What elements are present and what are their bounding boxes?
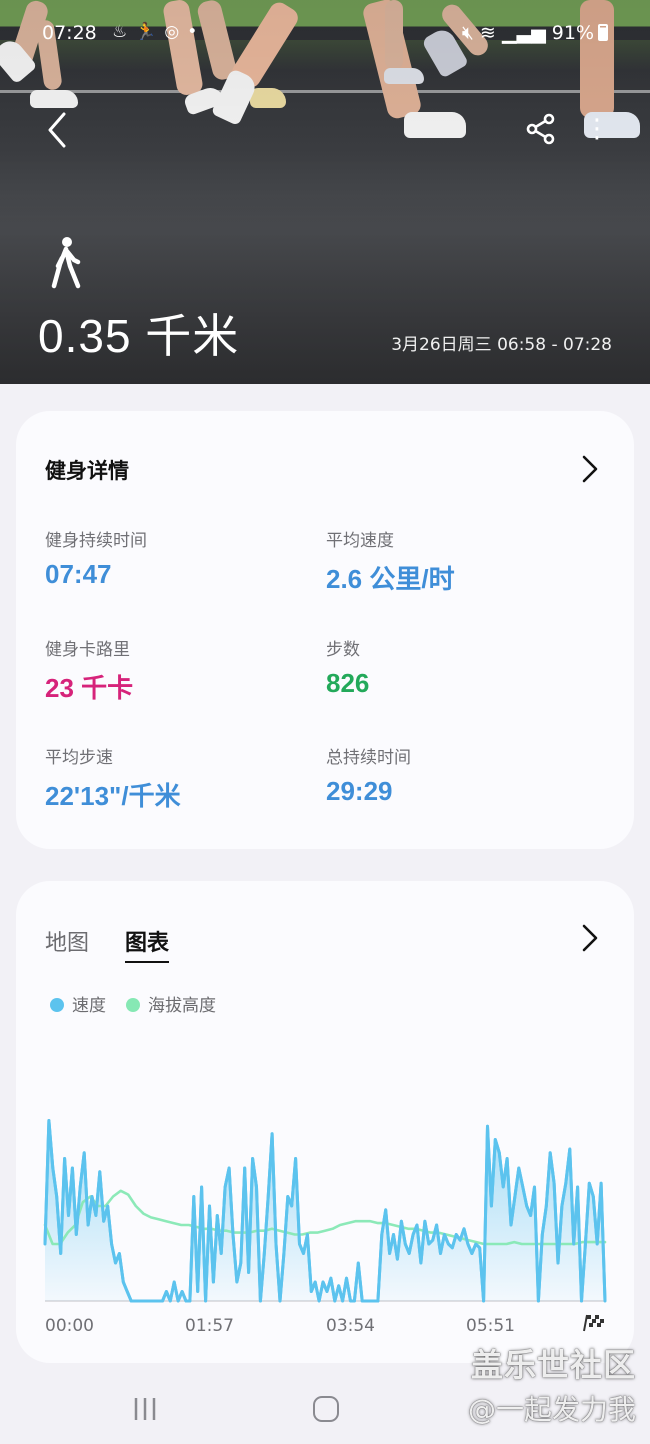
dot-icon: • <box>187 22 206 42</box>
metric-label: 平均步速 <box>45 748 113 768</box>
watermark-user: @一起发力我 <box>467 1393 636 1426</box>
metric-value: 2.6 公里/时 <box>326 564 455 594</box>
metric-value: 826 <box>326 668 370 698</box>
home-icon[interactable] <box>313 1396 339 1422</box>
metric-label: 健身持续时间 <box>45 531 147 551</box>
series-area-0 <box>45 1120 605 1301</box>
finish-flag-icon <box>583 1314 604 1332</box>
chevron-right-icon[interactable] <box>580 454 600 484</box>
walking-person-icon <box>51 237 81 289</box>
wifi-icon: ≋ <box>479 22 496 44</box>
speed-altitude-chart: 00:00 01:57 03:54 05:51 <box>43 1119 607 1336</box>
metric-avg-pace: 平均步速 22'13"/千米 <box>45 743 305 813</box>
chart-card: 地图 图表 速度 海拔高度 00:00 01:57 03:54 05:51 <box>16 881 634 1363</box>
running-icon: 🏃 <box>135 22 165 42</box>
x-tick-label: 01:57 <box>185 1316 234 1336</box>
x-tick-label: 05:51 <box>466 1316 515 1336</box>
back-arrow-icon[interactable] <box>40 110 76 150</box>
sync-icon: ◎ <box>164 22 188 42</box>
hero-banner: 07:28 ♨🏃◎• 🔇︎ ≋ ▁▃▅ 91% ⋮ 0.35 千米 3月26日周… <box>0 0 650 384</box>
metric-value: 29:29 <box>326 776 393 806</box>
metric-label: 总持续时间 <box>326 748 411 768</box>
more-options-icon[interactable]: ⋮ <box>584 112 610 146</box>
metric-duration: 健身持续时间 07:47 <box>45 526 305 590</box>
metric-value: 07:47 <box>45 559 112 589</box>
metric-calories: 健身卡路里 23 千卡 <box>45 635 305 705</box>
metric-label: 健身卡路里 <box>45 640 130 660</box>
flag-square <box>592 1319 596 1323</box>
metric-steps: 步数 826 <box>326 635 586 699</box>
date-range: 3月26日周三 06:58 - 07:28 <box>391 335 612 355</box>
x-tick-label: 00:00 <box>45 1316 94 1336</box>
flag-square <box>595 1315 599 1319</box>
metric-label: 步数 <box>326 640 360 660</box>
share-icon[interactable] <box>524 112 558 146</box>
details-title: 健身详情 <box>45 459 129 483</box>
metric-value: 23 千卡 <box>45 673 134 703</box>
status-bar: 07:28 ♨🏃◎• 🔇︎ ≋ ▁▃▅ 91% <box>0 18 650 52</box>
flag-square <box>597 1323 601 1327</box>
metric-total-duration: 总持续时间 29:29 <box>326 743 586 807</box>
battery-level: 91% <box>551 22 594 44</box>
watermark-community: 盖乐世社区 <box>470 1346 636 1384</box>
metric-value: 22'13"/千米 <box>45 781 181 811</box>
notification-icons: ♨🏃◎• <box>112 22 205 42</box>
metric-avg-speed: 平均速度 2.6 公里/时 <box>326 526 586 596</box>
battery-icon <box>598 24 608 41</box>
signal-icon: ▁▃▅ <box>501 22 546 44</box>
distance-value: 0.35 千米 <box>38 310 240 362</box>
workout-details-card: 健身详情 健身持续时间 07:47 平均速度 2.6 公里/时 健身卡路里 23… <box>16 411 634 849</box>
mute-icon: 🔇︎ <box>461 22 474 44</box>
flag-square <box>600 1319 604 1323</box>
flag-pole <box>583 1314 588 1332</box>
metric-label: 平均速度 <box>326 531 394 551</box>
status-time: 07:28 <box>42 22 97 44</box>
status-right: 🔇︎ ≋ ▁▃▅ 91% <box>462 22 608 44</box>
recent-apps-icon[interactable] <box>132 1396 158 1422</box>
x-tick-label: 03:54 <box>326 1316 375 1336</box>
flag-square <box>589 1323 593 1327</box>
fitness-icon: ♨ <box>112 22 136 42</box>
